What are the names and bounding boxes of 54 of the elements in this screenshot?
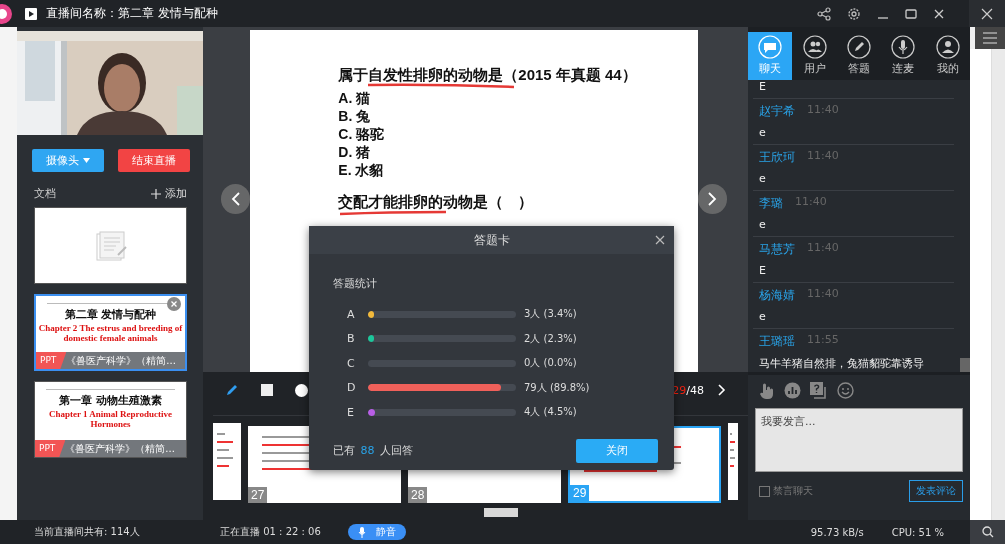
message-text: e (759, 310, 767, 323)
documents-title: 文档 (34, 186, 56, 201)
option-label: A (346, 307, 356, 321)
message-text: E (759, 80, 767, 93)
user-name: 王璐瑶 (759, 333, 795, 350)
answer-option: B. 兔 (338, 107, 698, 125)
message-text: e (759, 218, 767, 231)
ppt-badge: PPT (36, 352, 67, 369)
vote-count: 79人 (89.8%) (524, 380, 590, 395)
cpu-usage: CPU: 51 % (891, 526, 944, 538)
live-timer: 正在直播 01 : 22 : 06 (220, 525, 322, 539)
question-text: 交配才能排卵的动物是（ ） (338, 193, 534, 212)
network-speed: 95.73 kB/s (810, 526, 864, 538)
message-text: 马牛羊猪自然排，兔猫貂驼靠诱导 (759, 356, 925, 371)
answer-option: E. 水貂 (338, 161, 698, 179)
option-label: D (346, 381, 357, 395)
answer-option: C. 骆驼 (338, 125, 698, 143)
message-time: 11:40 (807, 103, 839, 118)
user-name: 马慧芳 (759, 241, 795, 258)
message-time: 11:40 (807, 241, 839, 256)
user-name: 王欣珂 (759, 149, 795, 166)
message-text: E (759, 264, 767, 277)
slide-subtitle: Chapter 1 Animal Reproductive Hormones (48, 408, 173, 430)
user-name: 李璐 (759, 195, 783, 212)
slide-heading: 第二章 发情与配种 (64, 307, 157, 322)
message-time: 11:55 (807, 333, 839, 348)
document-title: 《兽医产科学》（精简... (65, 441, 175, 456)
vote-count: 3人 (3.4%) (524, 307, 577, 322)
user-name: 赵宇希 (759, 103, 795, 120)
message-time: 11:40 (807, 149, 839, 164)
section-title: 答题统计 (333, 276, 378, 291)
answer-option: A. 猫 (338, 89, 698, 107)
question-text: 属于自发性排卵的动物是（2015 年真题 44） (338, 66, 637, 85)
message-time: 11:40 (795, 195, 827, 210)
page-counter: 29/48 (672, 383, 704, 397)
window-title: 直播间名称：第二章 发情与配种 (46, 5, 218, 22)
message-time: 11:40 (807, 287, 839, 302)
option-label: C (346, 356, 356, 370)
vote-count: 2人 (2.3%) (524, 331, 577, 346)
ppt-badge: PPT (35, 440, 66, 457)
message-text: e (759, 126, 767, 139)
option-label: E (346, 405, 355, 419)
answer-summary: 已有 88 人回答 (333, 443, 413, 458)
dialog-title: 答题卡 (473, 231, 510, 249)
option-label: B (346, 332, 356, 346)
vote-count: 4人 (4.5%) (524, 405, 577, 420)
message-text: e (759, 172, 767, 185)
slide-heading: 第一章 动物生殖激素 (59, 393, 162, 408)
document-title: 《兽医产科学》（精简... (66, 353, 176, 368)
slide-subtitle: Chapter 2 The estrus and breeding of domestic female animals (37, 322, 184, 344)
viewer-count: 当前直播间共有: 114人 (34, 525, 141, 539)
vote-count: 0人 (0.0%) (524, 356, 577, 371)
user-name: 杨海婧 (759, 287, 795, 304)
answer-option: D. 猪 (338, 143, 698, 161)
